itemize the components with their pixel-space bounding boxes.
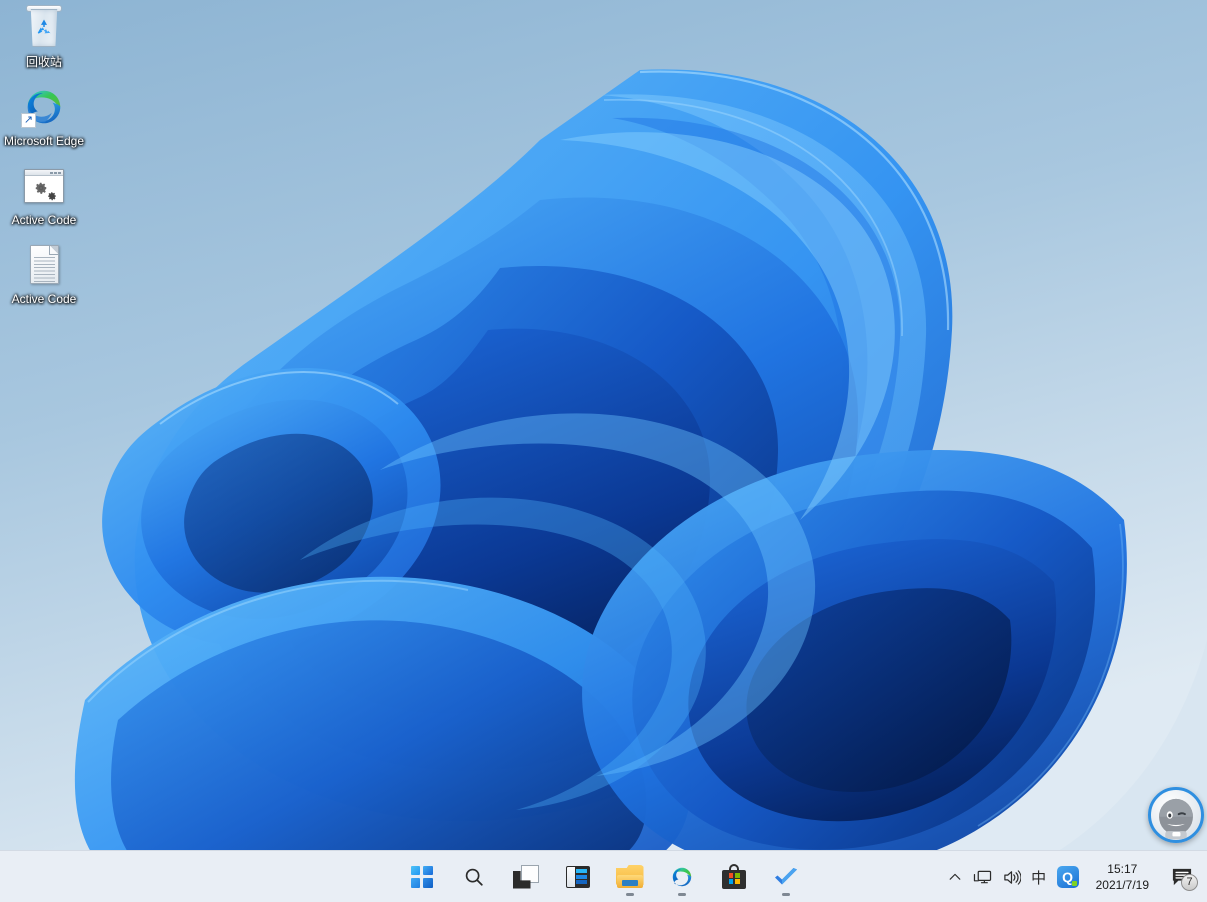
task-view-icon <box>512 864 539 889</box>
running-indicator <box>625 892 634 896</box>
desktop-icon-active-code-app[interactable]: Active Code <box>2 162 86 227</box>
windows-logo-icon <box>410 865 433 888</box>
assistant-avatar[interactable] <box>1148 787 1204 843</box>
taskbar-microsoft-store-button[interactable] <box>710 855 758 899</box>
folder-icon <box>615 865 644 888</box>
edge-icon: ↗ <box>20 83 68 131</box>
edge-icon <box>672 867 691 886</box>
taskbar-file-explorer-button[interactable] <box>606 855 654 899</box>
notification-center-button[interactable]: 7 <box>1161 855 1203 899</box>
robot-face-icon <box>1159 798 1193 840</box>
taskbar: 中 Q 15:17 2021/7/19 7 <box>0 850 1207 902</box>
desktop-icon-label: 回收站 <box>25 55 62 69</box>
clock-time: 15:17 <box>1107 862 1138 876</box>
desktop-screen: 回收站 ↗ Microsoft Edge Active Code Active … <box>0 0 1207 902</box>
desktop-icon-label: Active Code <box>11 292 77 306</box>
desktop-icon-label: Active Code <box>11 213 77 227</box>
speaker-icon <box>1003 869 1021 885</box>
qq-status-dot <box>1071 881 1077 886</box>
text-document-icon <box>20 241 68 289</box>
taskbar-todo-button[interactable] <box>762 855 810 899</box>
taskbar-widgets-button[interactable] <box>554 855 602 899</box>
taskbar-edge-button[interactable] <box>658 855 706 899</box>
desktop-wallpaper[interactable] <box>0 0 1207 902</box>
running-indicator <box>781 892 790 896</box>
taskbar-center-group <box>398 851 810 902</box>
desktop-icon-label: Microsoft Edge <box>3 134 85 148</box>
notification-count-badge: 7 <box>1181 874 1198 891</box>
volume-button[interactable] <box>997 857 1026 897</box>
taskbar-clock[interactable]: 15:17 2021/7/19 <box>1084 855 1159 899</box>
system-tray: 中 Q 15:17 2021/7/19 7 <box>942 851 1207 902</box>
store-bag-icon <box>721 864 746 889</box>
network-button[interactable] <box>968 857 997 897</box>
taskbar-task-view-button[interactable] <box>502 855 550 899</box>
desktop-icon-microsoft-edge[interactable]: ↗ Microsoft Edge <box>2 83 86 148</box>
desktop-icon-list: 回收站 ↗ Microsoft Edge Active Code Active … <box>2 4 90 320</box>
show-hidden-icons-button[interactable] <box>942 857 968 897</box>
gear-icon <box>35 182 47 194</box>
widgets-icon <box>565 865 590 888</box>
qq-button[interactable]: Q <box>1052 857 1084 897</box>
application-window-gears-icon <box>20 162 68 210</box>
chevron-up-icon <box>949 873 960 880</box>
taskbar-search-button[interactable] <box>450 855 498 899</box>
blue-checkmark-icon <box>774 867 797 884</box>
taskbar-start-button[interactable] <box>398 855 446 899</box>
qq-icon: Q <box>1056 866 1079 888</box>
ime-chinese-icon: 中 <box>1031 868 1047 887</box>
desktop-icon-active-code-doc[interactable]: Active Code <box>2 241 86 306</box>
bloom-wallpaper-art <box>0 0 1207 868</box>
search-icon <box>465 868 483 886</box>
gear-small-icon <box>48 192 56 201</box>
shortcut-overlay-icon: ↗ <box>21 113 36 128</box>
running-indicator <box>677 892 686 896</box>
recycle-symbol-icon <box>37 19 51 34</box>
clock-date: 2021/7/19 <box>1095 878 1149 892</box>
desktop-icon-recycle-bin[interactable]: 回收站 <box>2 4 86 69</box>
network-monitor-icon <box>973 870 991 883</box>
input-method-button[interactable]: 中 <box>1026 857 1052 897</box>
recycle-bin-icon <box>20 4 68 52</box>
